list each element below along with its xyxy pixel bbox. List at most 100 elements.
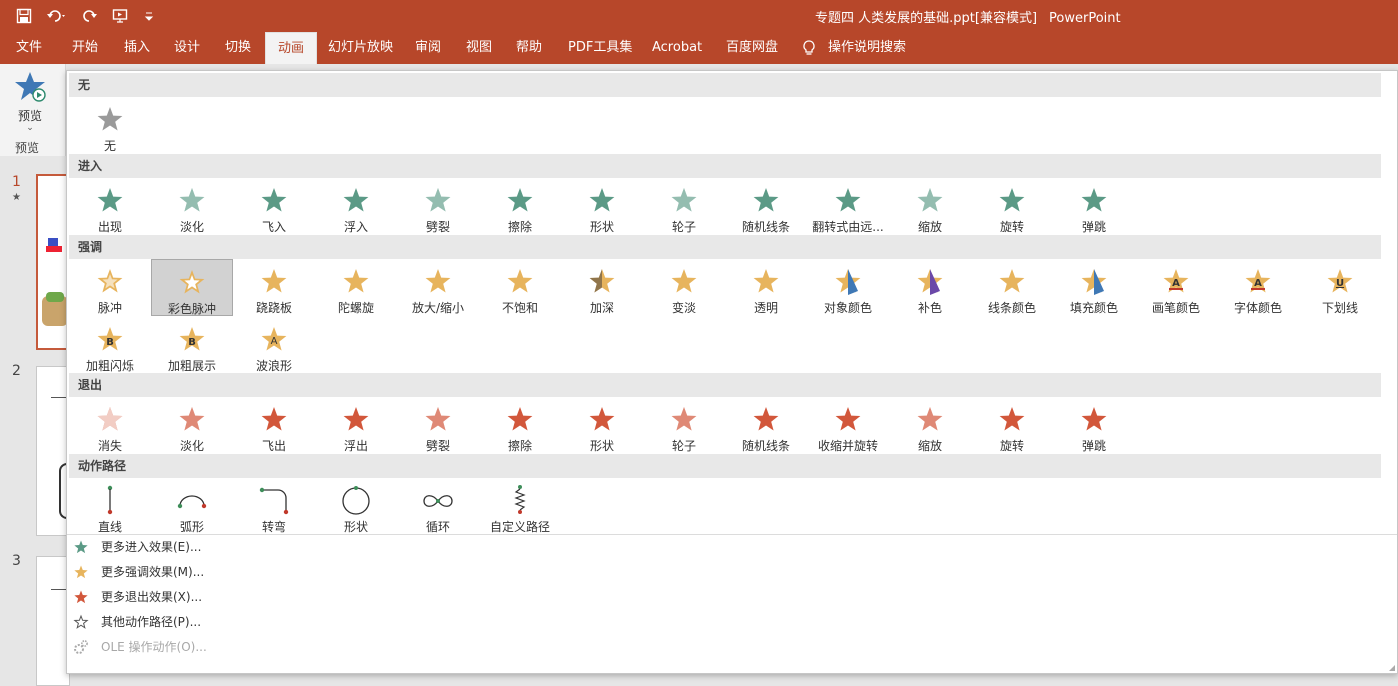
animation-star-icon — [152, 266, 232, 298]
customize-qat-icon[interactable] — [144, 8, 154, 24]
preview-star-icon — [15, 72, 46, 102]
animation-effect-item[interactable]: 自定义路径 — [479, 478, 561, 535]
tab-6[interactable]: 幻灯片放映 — [328, 32, 393, 64]
quick-access-toolbar — [16, 6, 154, 26]
animation-effect-item[interactable]: 弹跳 — [1053, 397, 1135, 454]
animation-effect-item[interactable]: 放大/缩小 — [397, 259, 479, 316]
animation-effect-item[interactable]: 直线 — [69, 478, 151, 535]
tab-3[interactable]: 设计 — [174, 32, 200, 64]
tab-1[interactable]: 开始 — [72, 32, 98, 64]
animation-effect-item[interactable]: U 下划线 — [1299, 259, 1381, 316]
tab-4[interactable]: 切换 — [225, 32, 251, 64]
animation-effect-item[interactable]: 浮出 — [315, 397, 397, 454]
animation-effect-item[interactable]: 变淡 — [643, 259, 725, 316]
effect-label: 对象颜色 — [823, 301, 872, 315]
animation-effect-item[interactable]: 浮入 — [315, 178, 397, 235]
animation-effect-item[interactable]: 消失 — [69, 397, 151, 454]
animation-effect-item[interactable]: A 波浪形 — [233, 317, 315, 374]
slide-thumbnail[interactable] — [36, 556, 70, 686]
undo-icon[interactable] — [46, 8, 68, 24]
animation-star-icon — [315, 265, 397, 297]
motion-path-icon — [151, 484, 233, 516]
animation-effect-item[interactable]: 旋转 — [971, 397, 1053, 454]
animation-effect-item[interactable]: A 字体颜色 — [1217, 259, 1299, 316]
animation-effect-item[interactable]: 轮子 — [643, 397, 725, 454]
tab-13[interactable]: 操作说明搜索 — [803, 32, 906, 64]
resize-grip-icon[interactable] — [1387, 663, 1395, 671]
redo-icon[interactable] — [82, 8, 98, 24]
animation-star-icon — [561, 403, 643, 435]
effect-label: 擦除 — [507, 220, 532, 234]
tab-2[interactable]: 插入 — [124, 32, 150, 64]
slideshow-start-icon[interactable] — [112, 8, 130, 24]
animation-star-icon — [889, 265, 971, 297]
animation-effect-item[interactable]: 加深 — [561, 259, 643, 316]
tab-5[interactable]: 动画 — [265, 32, 318, 64]
tab-7[interactable]: 审阅 — [415, 32, 441, 64]
animation-effect-item[interactable]: 循环 — [397, 478, 479, 535]
animation-effect-item[interactable]: 淡化 — [151, 178, 233, 235]
animation-effect-item[interactable]: 轮子 — [643, 178, 725, 235]
animation-effect-item[interactable]: 缩放 — [889, 178, 971, 235]
animation-star-icon — [561, 265, 643, 297]
animation-effect-item[interactable]: 透明 — [725, 259, 807, 316]
animation-effect-item[interactable]: 不饱和 — [479, 259, 561, 316]
animation-effect-item[interactable]: 弧形 — [151, 478, 233, 535]
animation-effect-item[interactable]: 补色 — [889, 259, 971, 316]
animation-effect-item[interactable]: 淡化 — [151, 397, 233, 454]
animation-effect-item[interactable]: 脉冲 — [69, 259, 151, 316]
animation-effect-item[interactable]: 填充颜色 — [1053, 259, 1135, 316]
animation-effect-item[interactable]: B 加粗闪烁 — [69, 317, 151, 374]
animation-effect-item[interactable]: 线条颜色 — [971, 259, 1053, 316]
animation-star-icon: B — [69, 323, 151, 355]
tab-label: 百度网盘 — [726, 40, 779, 55]
animation-effect-item[interactable]: 形状 — [561, 397, 643, 454]
animation-effect-item[interactable]: 收缩并旋转 — [807, 397, 889, 454]
animation-effect-item[interactable]: 飞入 — [233, 178, 315, 235]
animation-effect-item[interactable]: 劈裂 — [397, 178, 479, 235]
tab-10[interactable]: PDF工具集 — [568, 32, 632, 64]
animation-effect-item[interactable]: 跷跷板 — [233, 259, 315, 316]
animation-effect-item[interactable]: 转弯 — [233, 478, 315, 535]
animation-effect-item[interactable]: A 画笔颜色 — [1135, 259, 1217, 316]
animation-effect-item[interactable]: 擦除 — [479, 178, 561, 235]
animation-effect-item[interactable]: 缩放 — [889, 397, 971, 454]
animation-effect-item[interactable]: 彩色脉冲 — [151, 259, 233, 316]
animation-effect-item[interactable]: 无 — [69, 97, 151, 154]
preview-label: 预览 — [17, 109, 42, 123]
slide-thumbnail[interactable] — [36, 366, 73, 536]
animation-effect-item[interactable]: 翻转式由远... — [807, 178, 889, 235]
animation-effect-item[interactable]: 形状 — [561, 178, 643, 235]
animation-effect-item[interactable]: 劈裂 — [397, 397, 479, 454]
more-effects-item[interactable]: 更多退出效果(X)... — [73, 588, 202, 605]
animation-effect-item[interactable]: 随机线条 — [725, 178, 807, 235]
animation-star-icon: A — [233, 323, 315, 355]
tab-0[interactable]: 文件 — [16, 32, 42, 64]
section-header: 强调 — [69, 235, 1381, 259]
tab-9[interactable]: 帮助 — [516, 32, 542, 64]
animation-star-icon: ★ — [12, 192, 21, 203]
animation-effect-item[interactable]: 随机线条 — [725, 397, 807, 454]
motion-path-icon — [397, 484, 479, 516]
animation-effect-item[interactable]: 陀螺旋 — [315, 259, 397, 316]
animation-effect-item[interactable]: 对象颜色 — [807, 259, 889, 316]
preview-button[interactable]: 预览 ⌄ — [10, 70, 50, 133]
more-effects-item[interactable]: 更多强调效果(M)... — [73, 563, 204, 580]
animation-effect-item[interactable]: 旋转 — [971, 178, 1053, 235]
animation-star-icon: A — [1135, 265, 1217, 297]
animation-effect-item[interactable]: 出现 — [69, 178, 151, 235]
animation-effect-item[interactable]: 擦除 — [479, 397, 561, 454]
tab-8[interactable]: 视图 — [466, 32, 492, 64]
slide-thumbnail[interactable] — [36, 174, 70, 350]
animation-effect-item[interactable]: 形状 — [315, 478, 397, 535]
tab-11[interactable]: Acrobat — [652, 32, 702, 64]
animation-effect-item[interactable]: 弹跳 — [1053, 178, 1135, 235]
save-icon[interactable] — [16, 8, 32, 24]
window-title: 专题四 人类发展的基础.ppt[兼容模式] PowerPoint — [815, 7, 1121, 26]
animation-effect-item[interactable]: 飞出 — [233, 397, 315, 454]
animation-effect-item[interactable]: B 加粗展示 — [151, 317, 233, 374]
tab-12[interactable]: 百度网盘 — [726, 32, 778, 64]
document-title: 专题四 人类发展的基础.ppt[兼容模式] — [815, 11, 1038, 26]
more-effects-item[interactable]: 更多进入效果(E)... — [73, 538, 201, 555]
more-effects-item[interactable]: 其他动作路径(P)... — [73, 613, 201, 630]
